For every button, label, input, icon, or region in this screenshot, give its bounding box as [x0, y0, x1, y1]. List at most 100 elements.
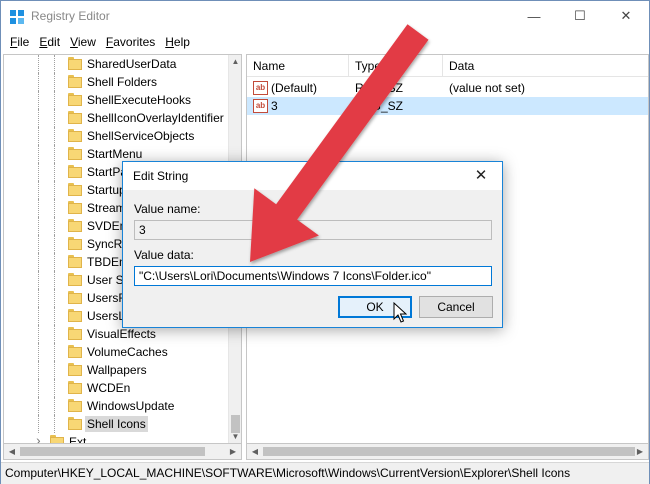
value-name: (Default): [271, 81, 318, 95]
tree-guide-line: [38, 343, 39, 361]
column-data[interactable]: Data: [443, 55, 648, 77]
tree-hscroll-thumb[interactable]: [20, 447, 205, 456]
tree-item-label: Shell Folders: [87, 75, 158, 89]
tree-item[interactable]: › Ext: [4, 432, 229, 443]
scroll-down-icon[interactable]: ▼: [229, 430, 241, 443]
list-row[interactable]: ab (Default) REG_SZ (value not set): [247, 79, 648, 97]
tree-guide-line: [38, 55, 39, 73]
menu-file[interactable]: File: [5, 35, 34, 49]
tree-guide-line: [38, 181, 39, 199]
tree-guide-line: [54, 415, 55, 433]
folder-icon: [68, 399, 82, 412]
string-value-icon: ab: [253, 81, 268, 95]
cancel-button[interactable]: Cancel: [419, 296, 493, 318]
tree-guide-line: [54, 145, 55, 163]
tree-guide-line: [54, 127, 55, 145]
minimize-button[interactable]: —: [511, 1, 557, 31]
folder-icon: [68, 309, 82, 322]
tree-horizontal-scrollbar[interactable]: ◀ ▶: [3, 444, 242, 460]
tree-guide-line: [38, 271, 39, 289]
menu-help[interactable]: Help: [160, 35, 195, 49]
tree-guide-line: [54, 73, 55, 91]
tree-item-label: ShellExecuteHooks: [87, 93, 192, 107]
maximize-icon: ☐: [574, 8, 586, 23]
status-bar: Computer\HKEY_LOCAL_MACHINE\SOFTWARE\Mic…: [1, 462, 649, 484]
menu-view[interactable]: View: [65, 35, 101, 49]
tree-item[interactable]: WindowsUpdate: [4, 397, 229, 415]
tree-guide-line: [54, 271, 55, 289]
tree-guide-line: [54, 163, 55, 181]
dialog-close-icon[interactable]: ✕: [464, 162, 498, 190]
window-title: Registry Editor: [31, 9, 110, 23]
tree-item-label: Wallpapers: [87, 363, 147, 377]
tree-guide-line: [38, 235, 39, 253]
mouse-cursor-icon: [393, 302, 407, 323]
tree-guide-line: [54, 235, 55, 253]
value-data-input[interactable]: "C:\Users\Lori\Documents\Windows 7 Icons…: [134, 266, 492, 286]
tree-guide-line: [38, 379, 39, 397]
folder-icon: [68, 255, 82, 268]
title-bar[interactable]: Registry Editor — ☐ ✕: [1, 1, 649, 31]
tree-item[interactable]: SharedUserData: [4, 55, 229, 73]
menu-bar: File Edit View Favorites Help: [1, 31, 649, 53]
value-data: (value not set): [449, 81, 526, 95]
folder-icon: [68, 57, 82, 70]
tree-item[interactable]: ShellIconOverlayIdentifier: [4, 109, 229, 127]
close-button[interactable]: ✕: [603, 1, 649, 31]
dialog-title-bar[interactable]: Edit String ✕: [123, 162, 502, 190]
menu-favorites[interactable]: Favorites: [101, 35, 160, 49]
value-type: REG_SZ: [355, 99, 404, 113]
tree-item-label: ShellServiceObjects: [87, 129, 195, 143]
registry-editor-icon: [10, 10, 24, 24]
folder-icon: [68, 219, 82, 232]
scroll-right-icon[interactable]: ▶: [633, 445, 647, 458]
tree-guide-line: [38, 109, 39, 127]
tree-item[interactable]: ShellExecuteHooks: [4, 91, 229, 109]
tree-item[interactable]: Wallpapers: [4, 361, 229, 379]
list-hscroll-thumb[interactable]: [263, 447, 635, 456]
tree-guide-line: [38, 127, 39, 145]
scroll-right-icon[interactable]: ▶: [226, 445, 240, 458]
folder-icon: [50, 435, 64, 443]
folder-icon: [68, 381, 82, 394]
tree-item[interactable]: Shell Folders: [4, 73, 229, 91]
tree-item-label: VisualEffects: [87, 327, 156, 341]
tree-item[interactable]: Shell Icons: [4, 415, 229, 433]
tree-item[interactable]: VolumeCaches: [4, 343, 229, 361]
tree-item[interactable]: WCDEn: [4, 379, 229, 397]
column-name[interactable]: Name: [247, 55, 349, 77]
tree-guide-line: [38, 91, 39, 109]
tree-guide-line: [38, 361, 39, 379]
tree-guide-line: [54, 289, 55, 307]
tree-item-label: WindowsUpdate: [87, 399, 175, 413]
tree-guide-line: [54, 217, 55, 235]
scroll-up-icon[interactable]: ▲: [229, 55, 241, 68]
folder-icon: [68, 93, 82, 106]
tree-item[interactable]: ShellServiceObjects: [4, 127, 229, 145]
maximize-button[interactable]: ☐: [557, 1, 603, 31]
value-name: 3: [271, 99, 278, 113]
list-horizontal-scrollbar[interactable]: ◀ ▶: [246, 444, 649, 460]
folder-icon: [68, 147, 82, 160]
tree-guide-line: [54, 109, 55, 127]
value-name-field: 3: [134, 220, 492, 240]
value-name-label: Value name:: [134, 202, 201, 216]
folder-icon: [68, 75, 82, 88]
tree-guide-line: [54, 181, 55, 199]
close-icon: ✕: [620, 8, 632, 23]
folder-icon: [68, 237, 82, 250]
string-value-icon: ab: [253, 99, 268, 113]
tree-guide-line: [38, 163, 39, 181]
list-header: Name Type Data: [247, 55, 648, 77]
column-type[interactable]: Type: [349, 55, 443, 77]
dialog-title: Edit String: [133, 169, 189, 183]
tree-guide-line: [38, 325, 39, 343]
tree-guide-line: [54, 199, 55, 217]
expand-chevron-icon[interactable]: ›: [36, 432, 41, 443]
list-row-selected[interactable]: ab 3 REG_SZ: [247, 97, 648, 115]
scroll-left-icon[interactable]: ◀: [5, 445, 19, 458]
folder-icon: [68, 291, 82, 304]
tree-item-label: ShellIconOverlayIdentifier: [87, 111, 224, 125]
menu-edit[interactable]: Edit: [34, 35, 65, 49]
scroll-left-icon[interactable]: ◀: [248, 445, 262, 458]
